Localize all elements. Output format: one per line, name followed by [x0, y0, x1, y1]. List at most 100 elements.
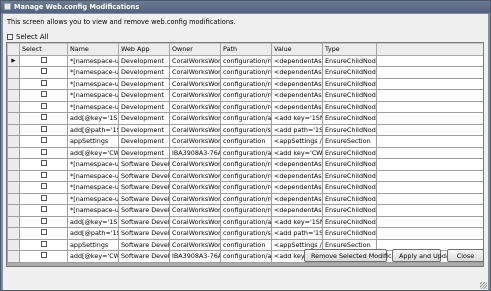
cell-name[interactable]: appSettings	[67, 135, 119, 148]
cell-name[interactable]: *[namespace-uri()...	[67, 100, 119, 113]
row-header[interactable]	[7, 215, 20, 228]
cell-path[interactable]: configuration/run...	[220, 204, 272, 217]
cell-value[interactable]: <dependentAsse...	[271, 158, 323, 171]
cell-name[interactable]: add[@path='1SC...	[67, 227, 119, 240]
row-select-checkbox[interactable]	[40, 102, 47, 109]
cell-owner[interactable]: CoralWorksWor...	[169, 54, 221, 67]
cell-name[interactable]: add[@path='1SC...	[67, 123, 119, 136]
row-header[interactable]	[7, 146, 20, 159]
column-header-type[interactable]: Type	[322, 43, 377, 56]
cell-owner[interactable]: CoralWorksWor...	[169, 204, 221, 217]
cell-path[interactable]: configuration/run...	[220, 66, 272, 79]
cell-path[interactable]: configuration/ap...	[220, 146, 272, 159]
cell-web-app[interactable]: Software Develo...	[118, 181, 170, 194]
row-header[interactable]	[7, 112, 20, 125]
cell-path[interactable]: configuration	[220, 238, 272, 251]
cell-web-app[interactable]: Software Develo...	[118, 204, 170, 217]
title-bar[interactable]: Manage Web.config Modifications	[1, 1, 490, 13]
cell-type[interactable]: EnsureChildNode	[322, 66, 377, 79]
table-row[interactable]: *[namespace-uri()...DevelopmentCoralWork…	[7, 100, 483, 113]
cell-path[interactable]: configuration/run...	[220, 77, 272, 90]
cell-name[interactable]: *[namespace-uri()...	[67, 89, 119, 102]
row-header[interactable]	[7, 238, 20, 251]
row-header[interactable]	[7, 135, 20, 148]
cell-path[interactable]: configuration/sy...	[220, 123, 272, 136]
cell-path[interactable]: configuration	[220, 135, 272, 148]
cell-name[interactable]: appSettings	[67, 238, 119, 251]
row-header[interactable]	[7, 66, 20, 79]
cell-value[interactable]: <dependentAsse...	[271, 181, 323, 194]
column-header-name[interactable]: Name	[67, 43, 119, 56]
cell-path[interactable]: configuration/ap...	[220, 250, 272, 263]
cell-owner[interactable]: CoralWorksWor...	[169, 227, 221, 240]
cell-web-app[interactable]: Software Develo...	[118, 250, 170, 263]
cell-type[interactable]: EnsureChildNode	[322, 100, 377, 113]
cell-web-app[interactable]: Software Develo...	[118, 192, 170, 205]
cell-name[interactable]: *[namespace-uri()...	[67, 77, 119, 90]
cell-name[interactable]: *[namespace-uri()...	[67, 54, 119, 67]
cell-web-app[interactable]: Software Develo...	[118, 158, 170, 171]
cell-owner[interactable]: CoralWorksWor...	[169, 135, 221, 148]
row-select-checkbox[interactable]	[40, 68, 47, 75]
column-header-web-app[interactable]: Web App	[118, 43, 170, 56]
row-header[interactable]	[7, 89, 20, 102]
cell-web-app[interactable]: Software Develo...	[118, 238, 170, 251]
resize-grip-icon[interactable]	[480, 282, 487, 289]
table-row[interactable]: add[@key='1SNe...Software Develo...Coral…	[7, 215, 483, 228]
row-header[interactable]	[7, 123, 20, 136]
cell-type[interactable]: EnsureChildNode	[322, 112, 377, 125]
cell-web-app[interactable]: Development	[118, 77, 170, 90]
row-select-checkbox[interactable]	[40, 125, 47, 132]
cell-owner[interactable]: CoralWorksWor...	[169, 238, 221, 251]
cell-web-app[interactable]: Development	[118, 100, 170, 113]
cell-value[interactable]: <add key='CWC...	[271, 146, 323, 159]
column-header-path[interactable]: Path	[220, 43, 272, 56]
cell-type[interactable]: EnsureChildNode	[322, 158, 377, 171]
cell-owner[interactable]: CoralWorksWor...	[169, 158, 221, 171]
column-header-value[interactable]: Value	[271, 43, 323, 56]
cell-web-app[interactable]: Development	[118, 66, 170, 79]
row-select-checkbox[interactable]	[40, 114, 47, 121]
row-select-checkbox[interactable]	[40, 240, 47, 247]
cell-name[interactable]: add[@key='CW...	[67, 250, 119, 263]
column-header-select[interactable]: Select	[19, 43, 68, 56]
cell-value[interactable]: <dependentAsse...	[271, 204, 323, 217]
cell-name[interactable]: *[namespace-uri()...	[67, 158, 119, 171]
cell-type[interactable]: EnsureChildNode	[322, 123, 377, 136]
table-row[interactable]: *[namespace-uri()...Software Develo...Co…	[7, 204, 483, 217]
cell-path[interactable]: configuration/run...	[220, 169, 272, 182]
cell-owner[interactable]: CoralWorksWor...	[169, 66, 221, 79]
cell-type[interactable]: EnsureChildNode	[322, 89, 377, 102]
cell-value[interactable]: <dependentAsse...	[271, 77, 323, 90]
cell-web-app[interactable]: Development	[118, 54, 170, 67]
cell-path[interactable]: configuration/run...	[220, 192, 272, 205]
cell-name[interactable]: *[namespace-uri()...	[67, 204, 119, 217]
row-select-checkbox[interactable]	[40, 137, 47, 144]
cell-path[interactable]: configuration/run...	[220, 100, 272, 113]
cell-name[interactable]: *[namespace-uri()...	[67, 192, 119, 205]
cell-path[interactable]: configuration/run...	[220, 54, 272, 67]
cell-value[interactable]: <dependentAsse...	[271, 66, 323, 79]
row-select-checkbox[interactable]	[40, 217, 47, 224]
cell-value[interactable]: <add key='1SNet...	[271, 112, 323, 125]
cell-name[interactable]: *[namespace-uri()...	[67, 66, 119, 79]
row-header[interactable]	[7, 192, 20, 205]
cell-owner[interactable]: CoralWorksWor...	[169, 100, 221, 113]
cell-value[interactable]: <dependentAsse...	[271, 192, 323, 205]
row-header[interactable]	[7, 227, 20, 240]
row-select-checkbox[interactable]	[40, 91, 47, 98]
row-select-checkbox[interactable]	[40, 183, 47, 190]
cell-value[interactable]: <appSettings />	[271, 135, 323, 148]
cell-name[interactable]: add[@key='CW...	[67, 146, 119, 159]
table-row[interactable]: ▶ *[namespace-uri()...DevelopmentCoralWor…	[7, 54, 483, 67]
cell-type[interactable]: EnsureChildNode	[322, 181, 377, 194]
row-select-checkbox[interactable]	[40, 194, 47, 201]
row-header[interactable]	[7, 169, 20, 182]
table-row[interactable]: *[namespace-uri()...Software Develo...Co…	[7, 181, 483, 194]
cell-type[interactable]: EnsureChildNode	[322, 146, 377, 159]
table-row[interactable]: *[namespace-uri()...Software Develo...Co…	[7, 158, 483, 171]
remove-selected-modifications-button[interactable]: Remove Selected Modifications	[304, 249, 411, 262]
row-select-checkbox[interactable]	[40, 160, 47, 167]
cell-owner[interactable]: CoralWorksWor...	[169, 112, 221, 125]
row-header[interactable]	[7, 100, 20, 113]
